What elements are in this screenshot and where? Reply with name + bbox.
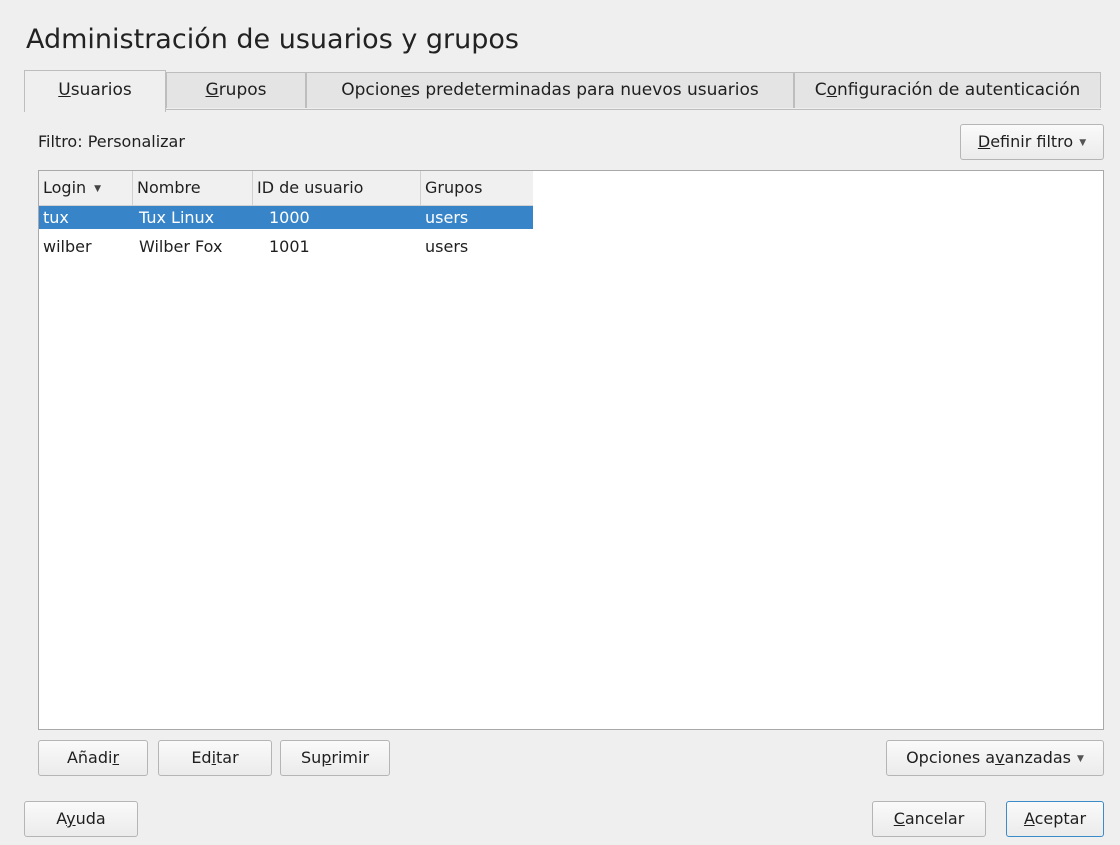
button-label-part: ceptar bbox=[1034, 809, 1087, 828]
column-header-label: ID de usuario bbox=[257, 178, 364, 197]
column-header-nombre[interactable]: Nombre bbox=[133, 171, 253, 205]
button-mnemonic: D bbox=[977, 132, 991, 151]
tab-label-part: s predeterminadas para nuevos usuarios bbox=[411, 80, 759, 100]
button-label-part: A bbox=[56, 809, 67, 828]
delete-button[interactable]: Suprimir bbox=[280, 740, 390, 776]
tab-mnemonic: U bbox=[58, 80, 71, 100]
column-header-label: Login bbox=[43, 178, 87, 197]
button-label-part: Añadi bbox=[66, 748, 113, 767]
accept-button[interactable]: Aceptar bbox=[1006, 801, 1104, 837]
dropdown-arrow-icon: ▼ bbox=[1079, 137, 1087, 148]
tab-label-part: rupos bbox=[218, 80, 267, 100]
cell-id: 1001 bbox=[269, 237, 310, 256]
dropdown-arrow-icon: ▼ bbox=[1077, 753, 1084, 764]
cell-nombre: Tux Linux bbox=[139, 208, 215, 227]
button-label-part: efinir filtro bbox=[990, 132, 1074, 151]
button-mnemonic: v bbox=[995, 748, 1005, 767]
cell-nombre: Wilber Fox bbox=[139, 237, 223, 256]
tab-mnemonic: o bbox=[826, 80, 838, 100]
column-header-login[interactable]: Login ▼ bbox=[39, 171, 133, 205]
button-mnemonic: r bbox=[112, 748, 120, 767]
button-label-part: ancelar bbox=[904, 809, 965, 828]
tab-mnemonic: e bbox=[400, 80, 412, 100]
cancel-button[interactable]: Cancelar bbox=[872, 801, 986, 837]
cell-grupos: users bbox=[425, 208, 469, 227]
filter-label: Filtro: Personalizar bbox=[38, 132, 185, 151]
button-label-part: Su bbox=[300, 748, 322, 767]
cell-grupos: users bbox=[425, 237, 469, 256]
column-header-label: Nombre bbox=[137, 178, 201, 197]
sort-descending-icon: ▼ bbox=[94, 183, 102, 194]
column-header-id[interactable]: ID de usuario bbox=[253, 171, 421, 205]
button-label-part: anzadas bbox=[1004, 748, 1071, 767]
column-header-label: Grupos bbox=[425, 178, 483, 197]
cell-login: tux bbox=[43, 208, 69, 227]
help-button[interactable]: Ayuda bbox=[24, 801, 138, 837]
tab-mnemonic: G bbox=[205, 80, 219, 100]
add-button[interactable]: Añadir bbox=[38, 740, 148, 776]
button-mnemonic: p bbox=[321, 748, 332, 767]
button-label-part: Opciones a bbox=[906, 748, 996, 767]
cell-id: 1000 bbox=[269, 208, 310, 227]
column-header-grupos[interactable]: Grupos bbox=[421, 171, 533, 205]
button-label-part: rimir bbox=[331, 748, 370, 767]
tab-grupos[interactable]: Grupos bbox=[166, 72, 306, 108]
edit-button[interactable]: Editar bbox=[158, 740, 272, 776]
cell-login: wilber bbox=[43, 237, 92, 256]
table-row[interactable]: tux Tux Linux 1000 users bbox=[39, 206, 533, 229]
tab-label-part: suarios bbox=[70, 80, 132, 100]
tab-configuracion-autenticacion[interactable]: Configuración de autenticación bbox=[794, 72, 1101, 108]
button-mnemonic: A bbox=[1023, 809, 1035, 828]
table-header: Login ▼ Nombre ID de usuario Grupos bbox=[39, 171, 533, 206]
button-mnemonic: y bbox=[66, 809, 76, 828]
tab-label-part: C bbox=[814, 80, 827, 100]
tab-usuarios[interactable]: Usuarios bbox=[24, 70, 166, 112]
advanced-options-button[interactable]: Opciones avanzadas ▼ bbox=[886, 740, 1104, 776]
define-filter-button[interactable]: Definir filtro ▼ bbox=[960, 124, 1104, 160]
tab-label-part: nfiguración de autenticación bbox=[837, 80, 1081, 100]
button-label-part: uda bbox=[75, 809, 106, 828]
button-label-part: tar bbox=[216, 748, 239, 767]
tab-divider bbox=[24, 109, 1101, 110]
tab-opciones-predeterminadas[interactable]: Opciones predeterminadas para nuevos usu… bbox=[306, 72, 794, 108]
table-row[interactable]: wilber Wilber Fox 1001 users bbox=[39, 235, 533, 258]
button-label-part: Ed bbox=[191, 748, 212, 767]
tab-label-part: Opcion bbox=[341, 80, 401, 100]
dialog-title: Administración de usuarios y grupos bbox=[26, 24, 519, 55]
users-table[interactable]: Login ▼ Nombre ID de usuario Grupos tux T… bbox=[38, 170, 1104, 730]
button-mnemonic: C bbox=[893, 809, 905, 828]
